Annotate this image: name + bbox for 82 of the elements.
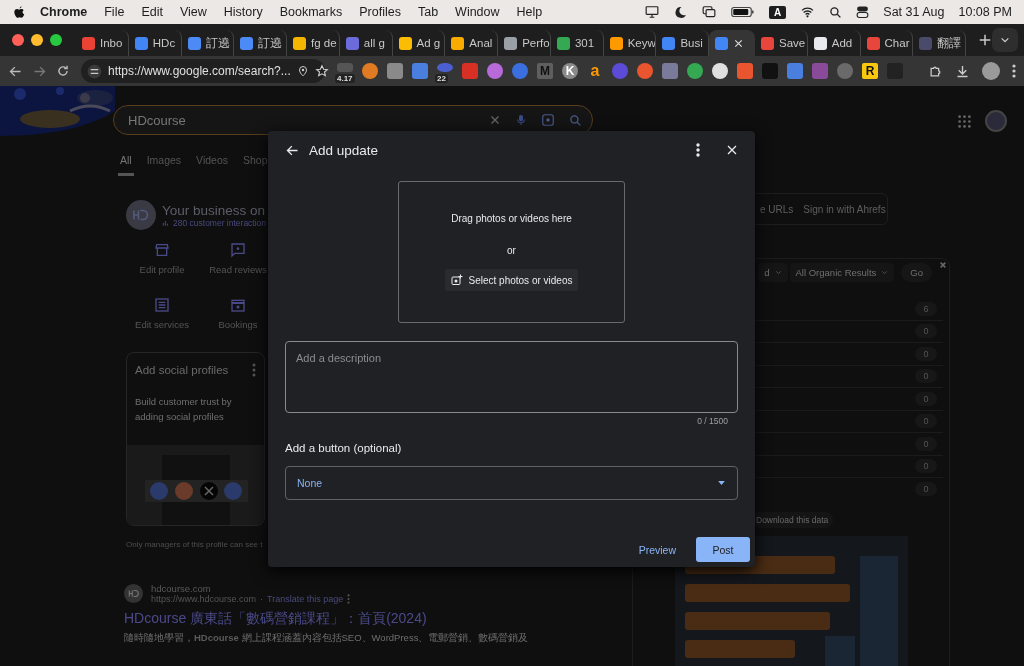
download-icon[interactable] (955, 63, 970, 79)
search-field[interactable]: HDcourse (113, 105, 593, 135)
logo-mark-icon (127, 589, 140, 598)
or-text: or (507, 245, 516, 256)
menu-item[interactable]: File (104, 5, 125, 19)
site-settings-icon (87, 63, 102, 79)
chevron-down-icon (774, 269, 782, 276)
minimize-window-button[interactable] (31, 34, 43, 46)
close-icon[interactable] (733, 37, 745, 49)
preview-button[interactable]: Preview (638, 539, 676, 560)
calendar-icon (230, 297, 246, 313)
apple-icon (12, 4, 26, 20)
review-icon (230, 242, 246, 258)
star-icon[interactable] (314, 64, 329, 78)
extension-button[interactable]: a (587, 63, 603, 79)
tab-search-button[interactable] (992, 28, 1018, 52)
drop-text: Drag photos or videos here (451, 213, 572, 224)
more-icon[interactable] (1012, 64, 1016, 78)
chevron-down-icon (881, 269, 889, 276)
profile-avatar[interactable] (982, 62, 1000, 80)
logo-mark-icon (132, 208, 150, 222)
menu-item[interactable]: Tab (417, 5, 439, 19)
menu-item[interactable]: View (179, 5, 207, 19)
menu-item[interactable]: Edit (141, 5, 163, 19)
menu-item[interactable]: Window (455, 5, 500, 19)
button-section-label: Add a button (optional) (285, 442, 403, 454)
search-tab[interactable]: All (118, 154, 134, 176)
reload-icon[interactable] (56, 64, 70, 78)
site-name: hdcourse.com (151, 583, 212, 594)
list-icon (154, 297, 170, 313)
browser-tab[interactable] (709, 30, 755, 56)
card-text: Build customer trust by adding social profiles (134, 395, 233, 424)
menu-bar-time[interactable]: 10:08 PM (958, 5, 1012, 19)
moon-icon[interactable] (674, 5, 688, 19)
location-icon[interactable] (296, 64, 309, 78)
battery-icon[interactable] (731, 6, 756, 18)
extension-icon[interactable] (712, 63, 728, 79)
store-icon (154, 242, 170, 258)
post-button[interactable]: Post (696, 537, 750, 562)
menu-item[interactable]: Help (516, 5, 543, 19)
menu-item[interactable]: History (223, 5, 263, 19)
filter-select[interactable]: All Organic Results (789, 263, 895, 282)
result-snippet: 隨時隨地學習，HDcourse 網上課程涵蓋內容包括SEO、WordPress、電郵營銷、數碼營銷及 (124, 632, 530, 645)
search-icon[interactable] (829, 5, 843, 19)
zoom-window-button[interactable] (50, 34, 62, 46)
apps-icon[interactable] (958, 114, 971, 128)
close-window-button[interactable] (12, 34, 24, 46)
new-tab-icon[interactable] (978, 33, 993, 47)
clear-icon[interactable] (489, 114, 501, 126)
character-counter: 0 / 1500 (697, 416, 728, 426)
extension-badge: 22 (435, 73, 448, 83)
input-source[interactable]: A (769, 5, 787, 19)
go-button[interactable]: Go (901, 263, 932, 282)
camera-search-icon[interactable] (541, 113, 555, 127)
description-field[interactable]: Add a description (285, 341, 738, 413)
menu-item[interactable]: Profiles (359, 5, 401, 19)
site-url: https://www.hdcourse.com (151, 594, 257, 604)
chevron-down-icon (1000, 35, 1011, 45)
drop-zone[interactable]: Drag photos or videos here or Select photos or videos (398, 181, 625, 323)
card-title: Add social profiles (135, 364, 229, 376)
filter-select[interactable]: d (758, 263, 788, 282)
extension-button[interactable]: R (862, 63, 878, 79)
windows-icon[interactable] (701, 5, 718, 19)
bar-chart-icon (162, 218, 170, 227)
caret-icon (718, 481, 725, 485)
menu-item[interactable]: Bookmarks (279, 5, 343, 19)
separator-dot: · (260, 594, 264, 604)
select-photos-button[interactable]: Select photos or videos (444, 269, 579, 291)
button-type-select[interactable]: None (285, 466, 738, 500)
extension-badge: 4.17 (335, 73, 355, 83)
more-icon[interactable] (696, 143, 700, 157)
wifi-icon[interactable] (800, 6, 816, 18)
control-center-icon[interactable] (856, 5, 870, 19)
microphone-icon[interactable] (515, 113, 527, 127)
menu-bar-date[interactable]: Sat 31 Aug (883, 5, 945, 19)
display-icon[interactable] (644, 5, 661, 19)
extension-icon[interactable] (362, 63, 378, 79)
add-photo-icon (450, 274, 463, 286)
app-menu[interactable]: Chrome (40, 5, 88, 19)
business-title: Your business on (162, 202, 267, 218)
extension-icon[interactable] (687, 63, 703, 79)
dialog-title: Add update (309, 142, 380, 158)
